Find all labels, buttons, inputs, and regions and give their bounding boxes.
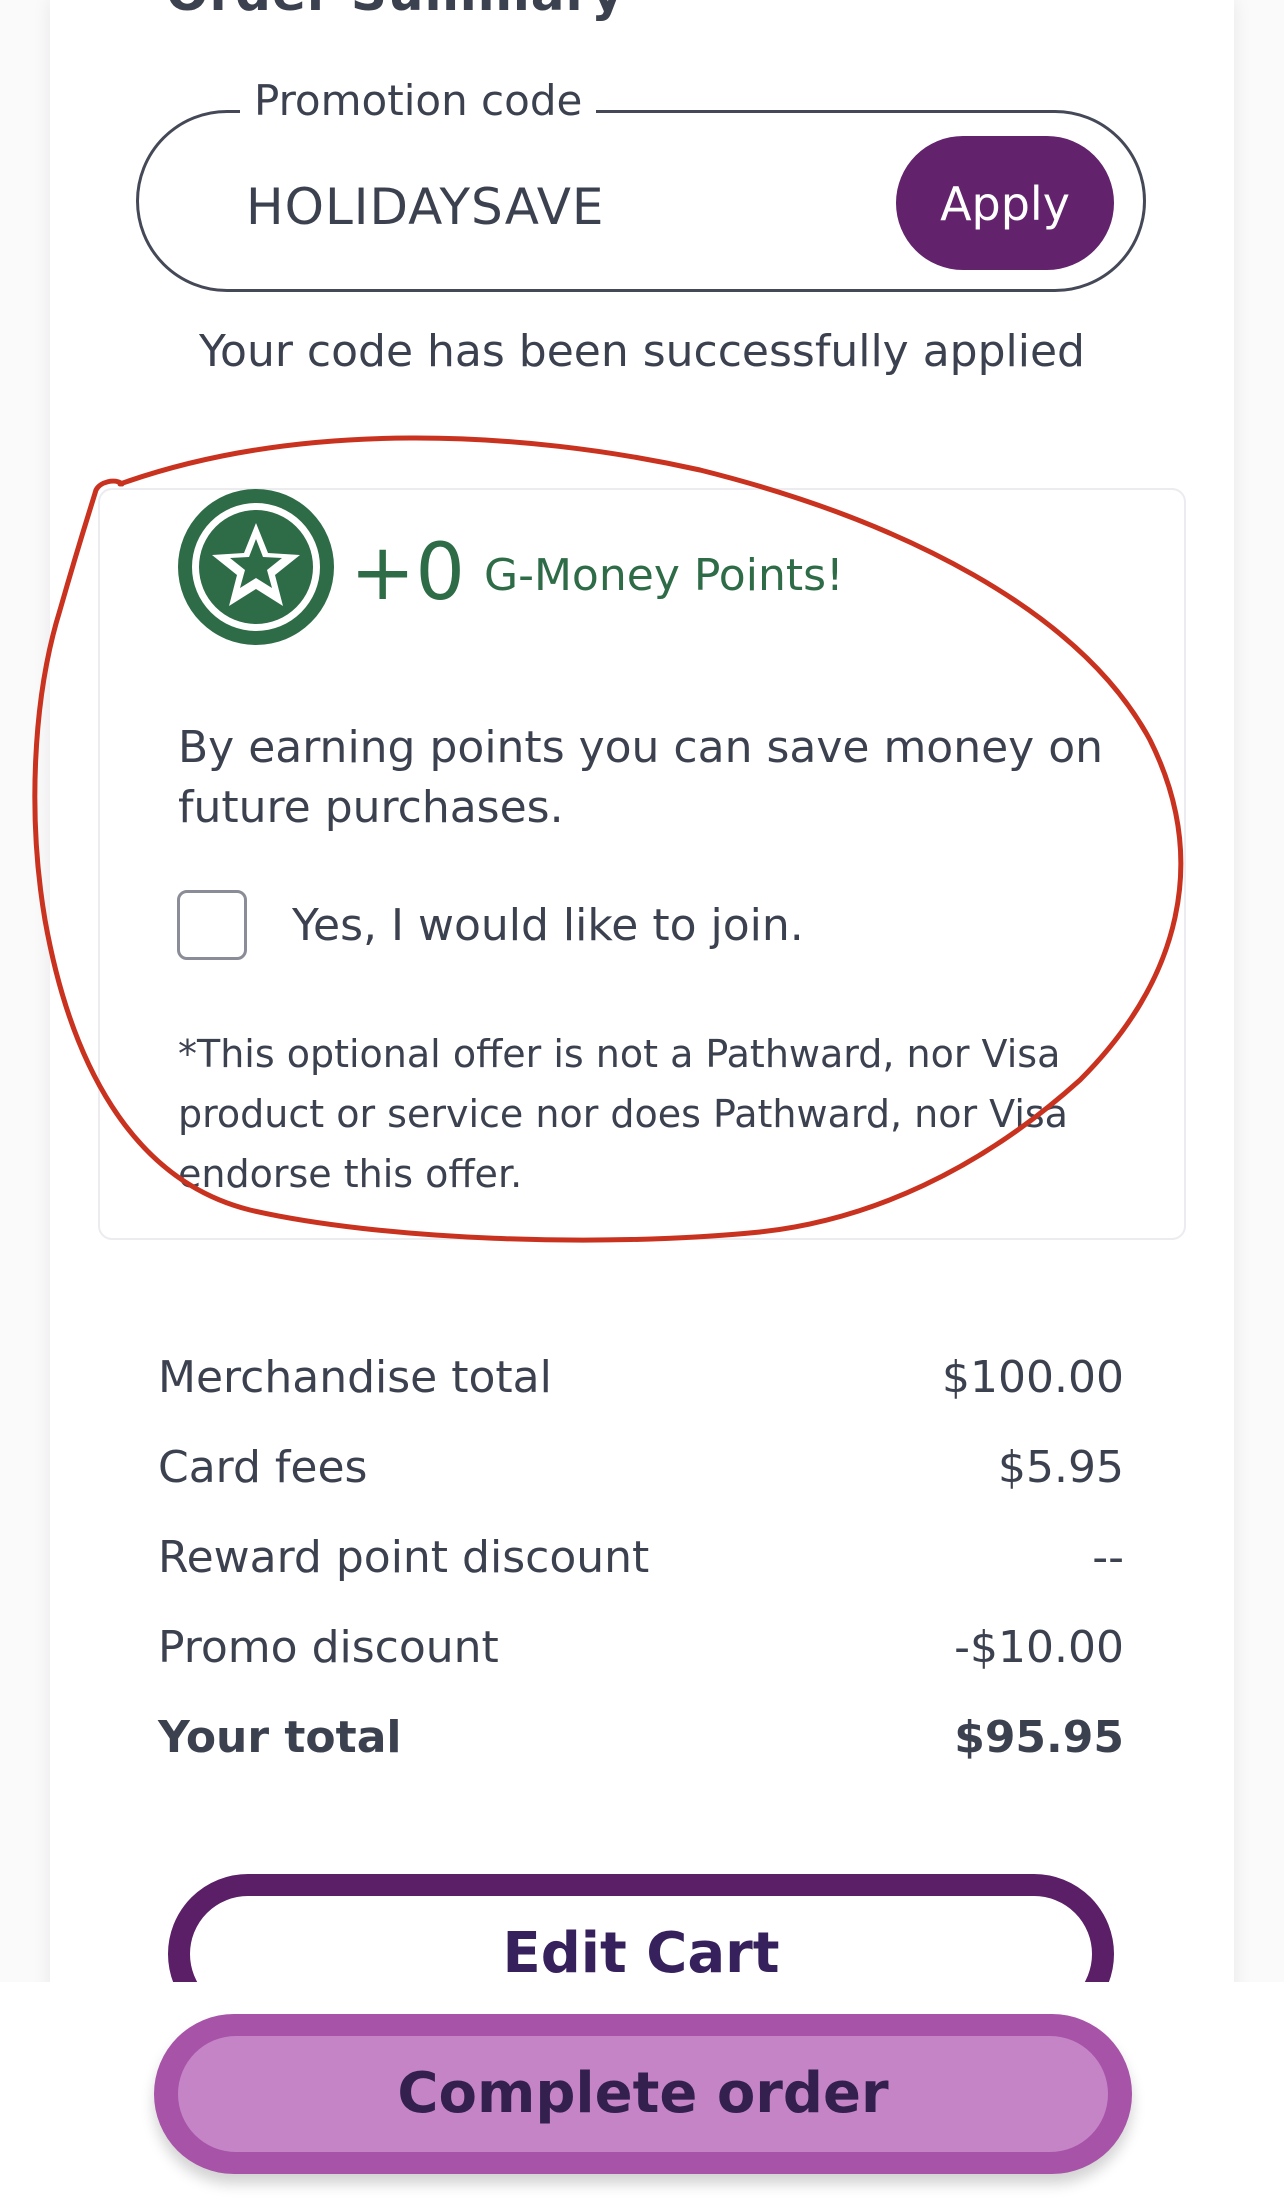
promo-code-input[interactable]: HOLIDAYSAVE	[246, 178, 605, 236]
rewards-disclaimer: *This optional offer is not a Pathward, …	[178, 1032, 1068, 1196]
summary-value: --	[1092, 1532, 1124, 1583]
order-summary-title: Order Summary	[166, 0, 625, 22]
points-label: G-Money Points!	[484, 550, 844, 601]
join-rewards-label[interactable]: Yes, I would like to join.	[292, 900, 804, 951]
star-icon	[178, 489, 334, 645]
summary-label: Card fees	[158, 1442, 368, 1493]
summary-value: -$10.00	[954, 1622, 1124, 1673]
apply-button[interactable]: Apply	[896, 136, 1114, 270]
summary-value: $100.00	[942, 1352, 1124, 1403]
promo-code-legend: Promotion code	[240, 76, 597, 125]
summary-label: Promo discount	[158, 1622, 499, 1673]
promo-success-message: Your code has been successfully applied	[199, 326, 1085, 377]
complete-order-button[interactable]: Complete order	[154, 2014, 1132, 2174]
checkout-page: Order Summary Promotion code HOLIDAYSAVE…	[0, 0, 1284, 2200]
total-label: Your total	[158, 1712, 402, 1763]
summary-label: Reward point discount	[158, 1532, 650, 1583]
summary-row-reward-discount: Reward point discount --	[158, 1532, 1124, 1592]
summary-label: Merchandise total	[158, 1352, 552, 1403]
summary-row-promo-discount: Promo discount -$10.00	[158, 1622, 1124, 1682]
points-earned-value: +0	[350, 528, 465, 618]
summary-value: $5.95	[998, 1442, 1124, 1493]
rewards-description: By earning points you can save money on …	[178, 722, 1104, 833]
summary-row-merchandise: Merchandise total $100.00	[158, 1352, 1124, 1412]
summary-row-card-fees: Card fees $5.95	[158, 1442, 1124, 1502]
summary-row-total: Your total $95.95	[158, 1712, 1124, 1772]
total-value: $95.95	[954, 1712, 1124, 1763]
join-rewards-checkbox[interactable]	[177, 890, 247, 960]
complete-order-label[interactable]: Complete order	[178, 2036, 1108, 2152]
